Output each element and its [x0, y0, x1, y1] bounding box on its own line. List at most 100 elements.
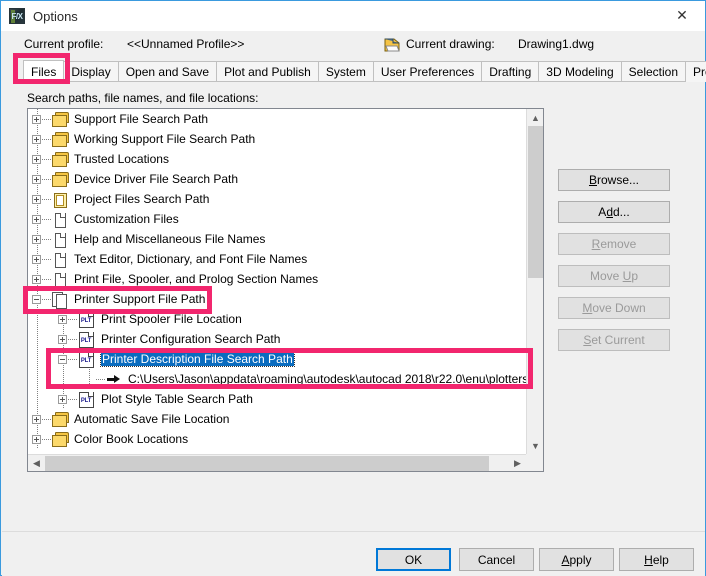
expand-plus-icon[interactable] [32, 414, 41, 424]
page-icon [52, 212, 68, 228]
tree-item[interactable]: Print File, Spooler, and Prolog Section … [28, 269, 526, 289]
search-paths-tree[interactable]: Support File Search Path Working Support … [27, 108, 544, 472]
expand-plus-icon[interactable] [32, 274, 41, 284]
help-button[interactable]: Help [619, 548, 694, 571]
expand-plus-icon[interactable] [32, 194, 41, 204]
tree-item[interactable]: Color Book Locations [28, 429, 526, 449]
tree-vertical-scrollbar[interactable]: ▲ ▼ [526, 109, 543, 454]
tree-item[interactable]: PLT Plot Style Table Search Path [28, 389, 526, 409]
tree-item-label: Project Files Search Path [74, 192, 210, 206]
tree-item-label: Printer Configuration Search Path [101, 332, 281, 346]
tree-item[interactable]: Printer Support File Path [28, 289, 526, 309]
apply-button[interactable]: Apply [539, 548, 614, 571]
cancel-button[interactable]: Cancel [459, 548, 534, 571]
tab-label: Selection [628, 65, 679, 79]
tab-display[interactable]: Display [63, 61, 119, 82]
expand-plus-icon[interactable] [32, 134, 41, 144]
horizontal-scroll-thumb[interactable] [45, 456, 489, 471]
side-button-label: Browse... [588, 173, 640, 187]
tab-system[interactable]: System [317, 61, 374, 82]
tree-item[interactable]: Device Driver File Search Path [28, 169, 526, 189]
dialog-button-bar: OK Cancel Apply Help [2, 531, 705, 576]
chevron-left-icon[interactable]: ◀ [28, 455, 45, 471]
tree-connector [42, 118, 51, 120]
tree-item[interactable]: Trusted Locations [28, 149, 526, 169]
files-panel: Search paths, file names, and file locat… [2, 82, 705, 531]
tree-item[interactable]: PLT Printer Description File Search Path [28, 349, 526, 369]
plt-icon: PLT [78, 331, 95, 348]
tree-item[interactable]: Help and Miscellaneous File Names [28, 229, 526, 249]
tab-files[interactable]: Files [23, 60, 65, 82]
tab-label: Profiles [693, 65, 706, 79]
tree-connector [42, 298, 51, 300]
expand-plus-icon[interactable] [32, 174, 41, 184]
tree-connector [68, 338, 77, 340]
tree-horizontal-scrollbar[interactable]: ◀ ▶ [28, 454, 543, 471]
tree-item[interactable]: Support File Search Path [28, 109, 526, 129]
chevron-up-icon[interactable]: ▲ [527, 109, 543, 126]
collapse-minus-icon[interactable] [32, 294, 41, 304]
tree-item[interactable]: Text Editor, Dictionary, and Font File N… [28, 249, 526, 269]
expand-plus-icon[interactable] [58, 314, 67, 324]
tab-3d-modeling[interactable]: 3D Modeling [538, 61, 622, 82]
tab-plot-and-publish[interactable]: Plot and Publish [216, 61, 319, 82]
tab-open-and-save[interactable]: Open and Save [117, 61, 218, 82]
tree-guide-line [37, 369, 38, 389]
tree-item[interactable]: Customization Files [28, 209, 526, 229]
tab-selection[interactable]: Selection [620, 61, 687, 82]
expand-plus-icon[interactable] [58, 394, 67, 404]
expand-plus-icon[interactable] [32, 154, 41, 164]
tab-label: Display [71, 65, 111, 79]
chevron-right-icon[interactable]: ▶ [509, 455, 526, 471]
ok-button[interactable]: OK [376, 548, 451, 571]
tree-item-label-selected: Printer Description File Search Path [100, 351, 295, 367]
folders-icon [52, 151, 69, 167]
tree-item-label: Customization Files [74, 212, 179, 226]
tree-connector [42, 218, 51, 220]
arrow-icon [106, 372, 122, 387]
close-icon[interactable]: ✕ [659, 1, 705, 30]
tree-item-label: Automatic Save File Location [74, 412, 230, 426]
plt-icon: PLT [78, 311, 95, 328]
tree-connector [42, 418, 51, 420]
profile-row: Current profile: <<Unnamed Profile>> Cur… [2, 31, 705, 57]
expand-plus-icon[interactable] [32, 234, 41, 244]
tree-connector [68, 358, 77, 360]
add-button[interactable]: Add... [558, 201, 670, 223]
tree-item[interactable]: PLT Print Spooler File Location [28, 309, 526, 329]
tree-item[interactable]: PLT Printer Configuration Search Path [28, 329, 526, 349]
button-label: OK [404, 552, 423, 567]
collapse-minus-icon[interactable] [58, 354, 67, 364]
tab-user-preferences[interactable]: User Preferences [372, 61, 483, 82]
pages-icon [52, 291, 68, 309]
tree-rows-container: Support File Search Path Working Support … [28, 109, 526, 454]
side-button-label: Set Current [583, 333, 645, 347]
expand-plus-icon[interactable] [32, 254, 41, 264]
tree-guide-line [37, 309, 38, 329]
tree-connector [42, 178, 51, 180]
tab-drafting[interactable]: Drafting [481, 61, 540, 82]
vertical-scroll-thumb[interactable] [528, 126, 543, 278]
button-label: Cancel [477, 552, 516, 567]
browse-button[interactable]: Browse... [558, 169, 670, 191]
expand-plus-icon[interactable] [32, 114, 41, 124]
tree-item-label: Print File, Spooler, and Prolog Section … [74, 272, 319, 286]
tree-item[interactable]: Automatic Save File Location [28, 409, 526, 429]
folders-icon [52, 131, 69, 147]
tree-item[interactable]: Working Support File Search Path [28, 129, 526, 149]
tree-connector [42, 258, 51, 260]
expand-plus-icon[interactable] [32, 434, 41, 444]
tree-item[interactable]: C:\Users\Jason\appdata\roaming\autodesk\… [28, 369, 526, 389]
expand-plus-icon[interactable] [58, 334, 67, 344]
side-button-label: Move Up [589, 269, 639, 283]
options-dialog: F/X Options ✕ Current profile: <<Unnamed… [0, 0, 706, 576]
expand-plus-icon[interactable] [32, 214, 41, 224]
tree-item-label: Working Support File Search Path [74, 132, 256, 146]
tree-item[interactable]: Project Files Search Path [28, 189, 526, 209]
button-label: Help [644, 552, 669, 567]
tree-item-label: Text Editor, Dictionary, and Font File N… [74, 252, 308, 266]
tree-connector [42, 438, 51, 440]
chevron-down-icon[interactable]: ▼ [527, 437, 543, 454]
tab-profiles[interactable]: Profiles [685, 61, 706, 82]
tab-label: System [325, 65, 366, 79]
